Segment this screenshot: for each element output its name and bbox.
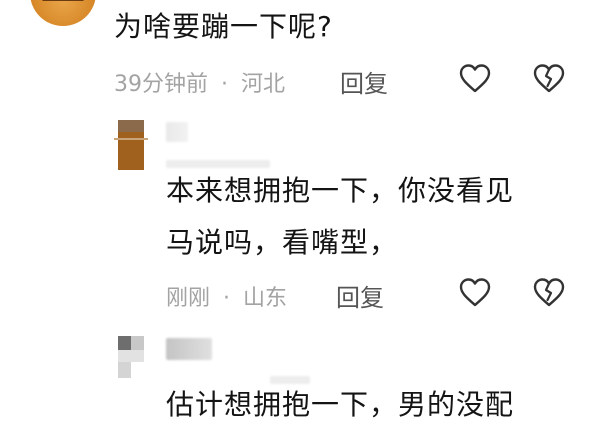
reply-avatar[interactable] [114,120,148,170]
avatar-pixel [114,138,148,140]
avatar-pixel [131,336,144,350]
meta-separator: · [221,72,228,97]
avatar[interactable] [30,0,96,26]
like-icon[interactable] [458,276,492,310]
avatar-pixel [118,362,131,378]
reply-username[interactable] [166,338,212,360]
reply-quote-blur [166,160,270,168]
reply-text-line: 马说吗，看嘴型， [166,226,399,259]
comment-time: 39分钟前 [114,72,208,97]
reply-button[interactable]: 回复 [336,278,384,313]
avatar-image [42,0,84,1]
comment-location: 河北 [241,72,286,97]
reply-text-line: 估计想拥抱一下，男的没配 [166,388,515,421]
avatar-pixel [118,120,144,132]
reply-meta: 刚刚 · 山东 [166,280,287,312]
reply-location: 山东 [243,286,288,311]
reply-button[interactable]: 回复 [340,64,388,99]
dislike-icon[interactable] [532,276,566,310]
comment-meta: 39分钟前 · 河北 [114,66,285,98]
dislike-icon[interactable] [532,62,566,96]
reply-time: 刚刚 [166,286,211,311]
reply-avatar[interactable] [118,336,144,386]
like-icon[interactable] [458,62,492,96]
reply-text-line: 本来想拥抱一下，你没看见 [166,174,515,207]
meta-separator: · [223,286,231,311]
avatar-pixel [118,350,144,362]
reply-username[interactable] [166,122,188,142]
avatar-pixel [118,336,131,350]
reply-quote-blur [270,376,310,384]
comment-text: 为啥要蹦一下呢? [114,10,333,43]
